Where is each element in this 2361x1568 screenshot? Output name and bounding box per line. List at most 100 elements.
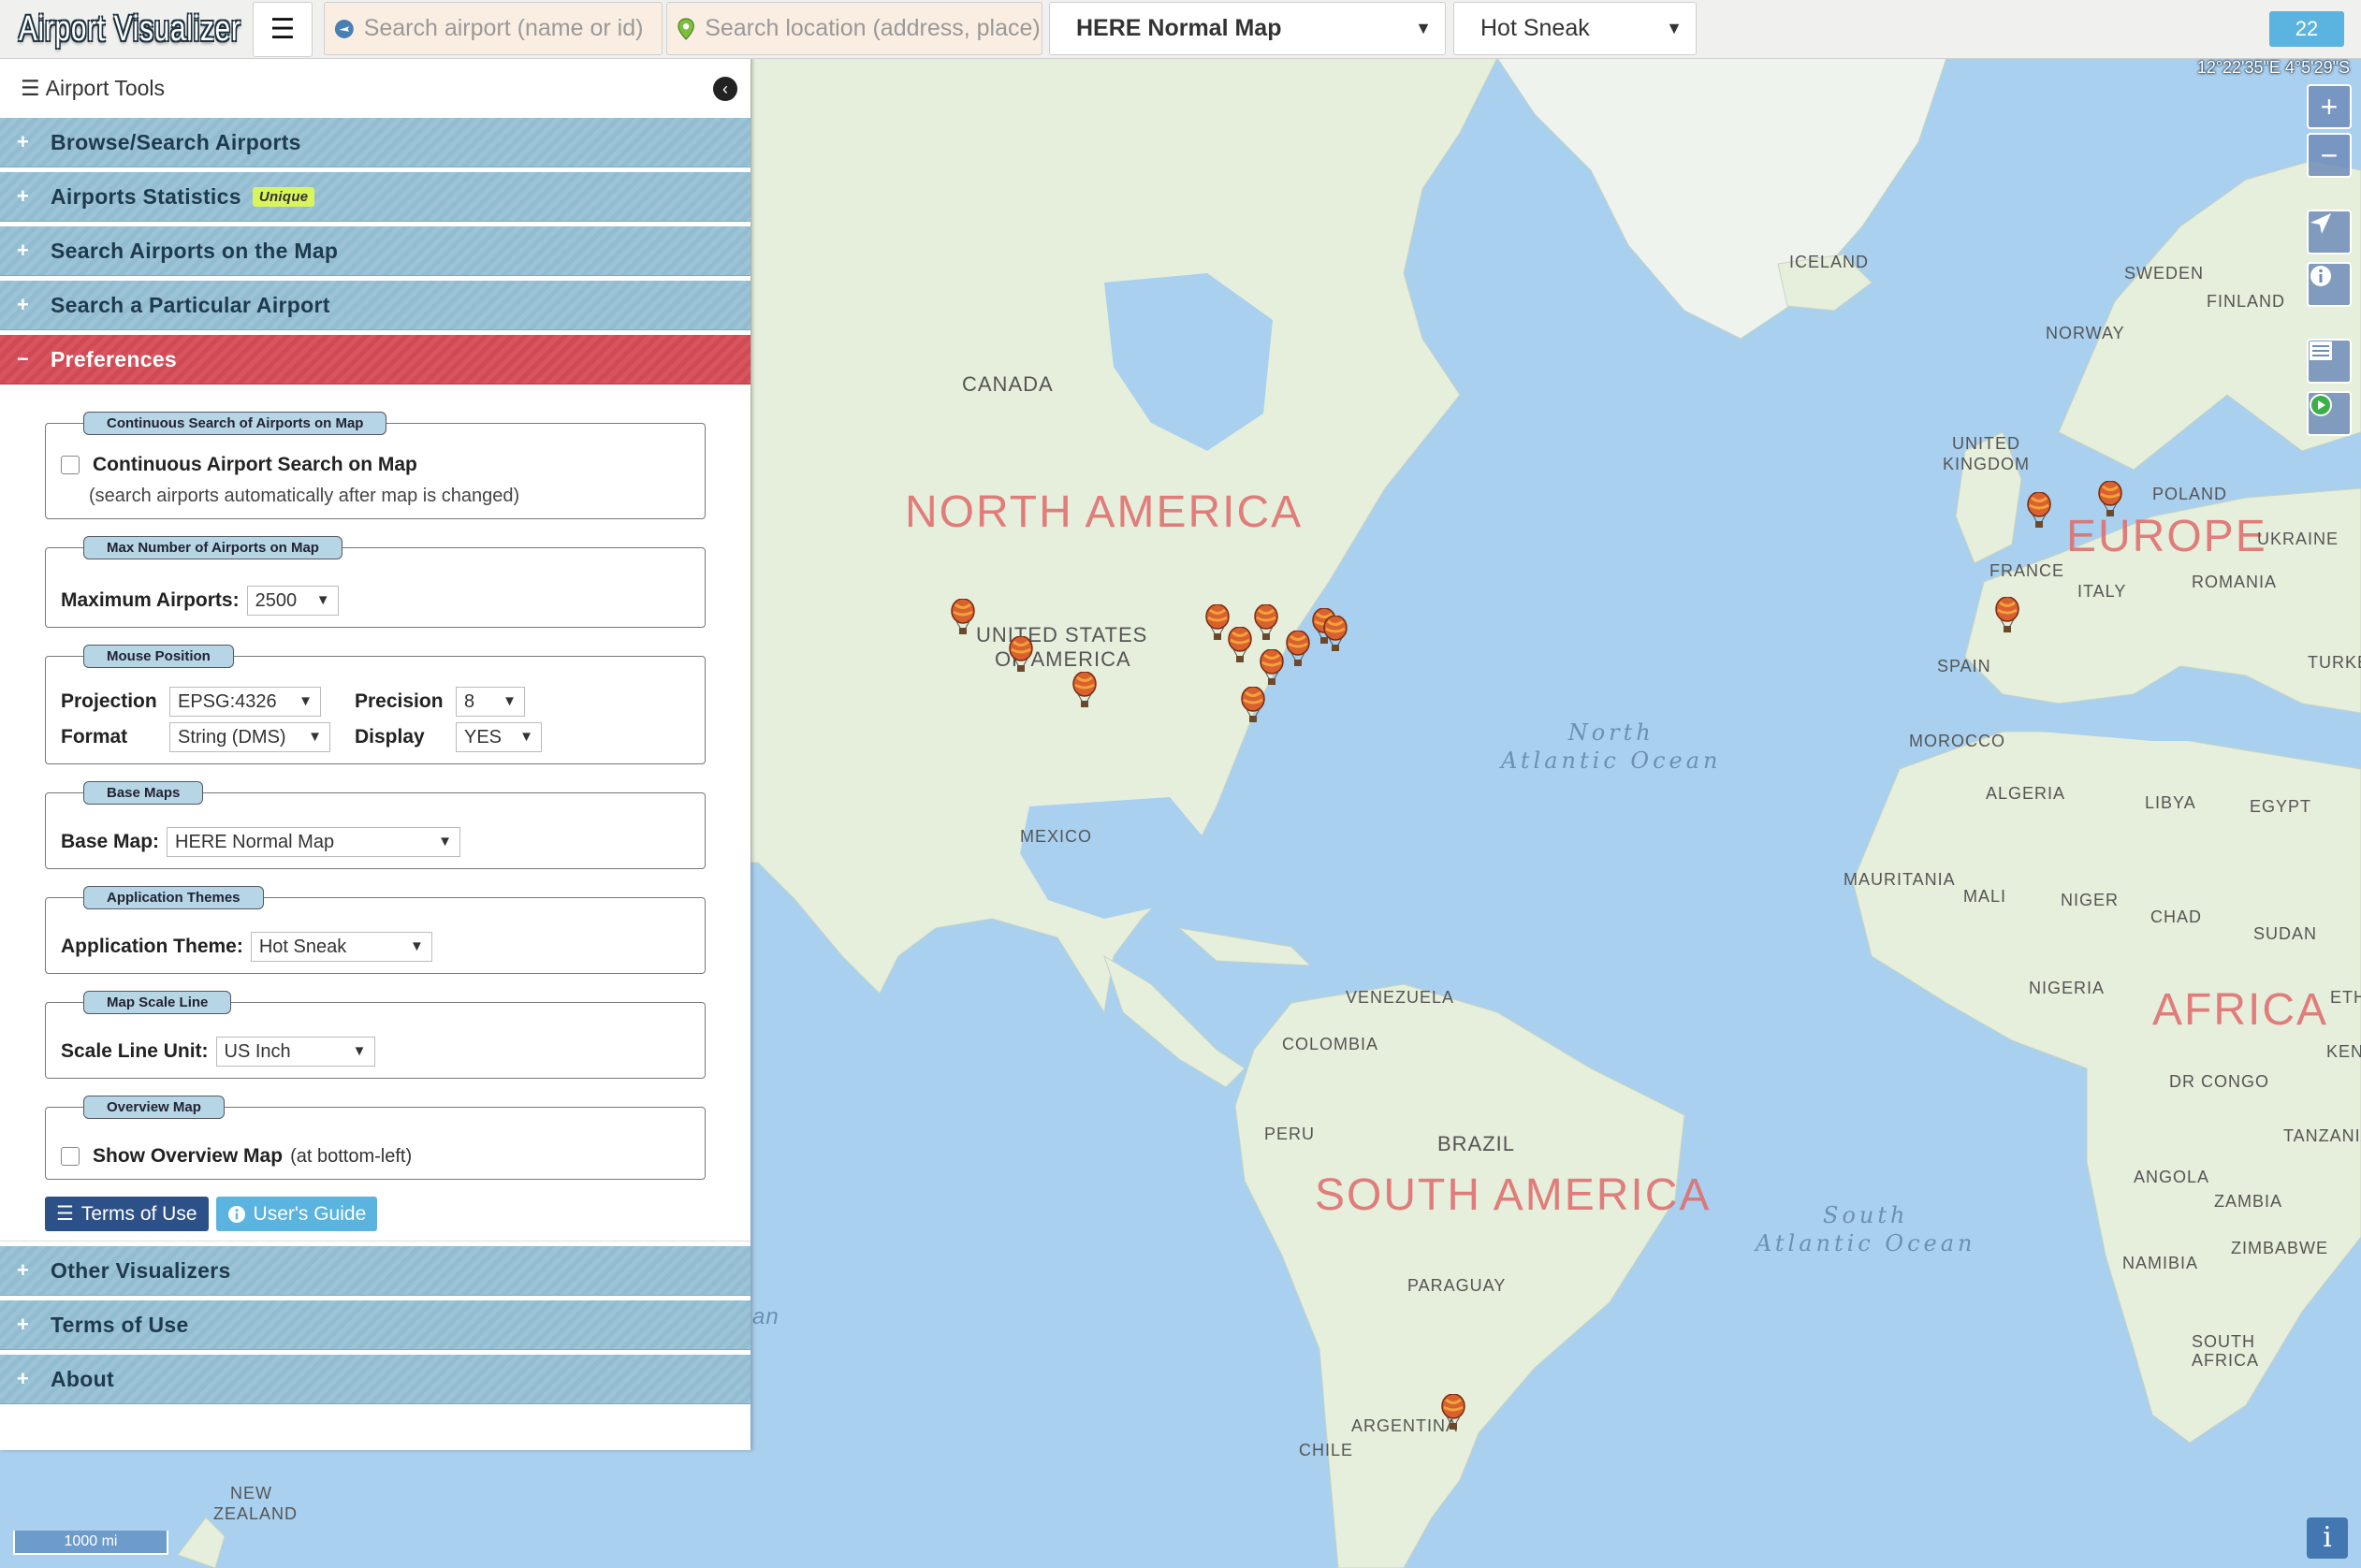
precision-select[interactable]: 8 ▼ xyxy=(456,687,525,717)
airport-search-input[interactable] xyxy=(361,14,662,43)
users-guide-button[interactable]: User's Guide xyxy=(215,1197,378,1231)
scale-unit-select[interactable]: US Inch ▼ xyxy=(215,1037,375,1067)
zoom-out-button[interactable]: − xyxy=(2307,133,2352,178)
display-select[interactable]: YES ▼ xyxy=(456,722,542,752)
accordion-stats[interactable]: + Airports Statistics Unique xyxy=(0,172,751,222)
country-label: UNITED xyxy=(1952,434,2020,453)
country-label: TURKE xyxy=(2308,653,2361,672)
attribution-info-button[interactable]: i xyxy=(2307,1517,2348,1559)
country-label: CANADA xyxy=(962,372,1054,396)
list-icon: ☰ xyxy=(21,75,40,100)
accordion-about[interactable]: + About xyxy=(0,1355,751,1404)
airport-marker[interactable] xyxy=(1441,1394,1465,1431)
plus-icon: + xyxy=(17,184,30,208)
accordion-terms[interactable]: + Terms of Use xyxy=(0,1300,751,1350)
country-label: AFRICA xyxy=(2192,1351,2260,1370)
country-label: ANGOLA xyxy=(2134,1168,2210,1186)
group-legend: Mouse Position xyxy=(83,645,234,668)
plus-icon: + xyxy=(17,1367,30,1390)
airport-marker[interactable] xyxy=(1286,631,1310,668)
group-legend: Map Scale Line xyxy=(83,991,232,1014)
unique-badge: Unique xyxy=(252,186,315,207)
continuous-search-label: Continuous Airport Search on Map xyxy=(93,454,417,475)
country-label: NIGER xyxy=(2061,891,2120,909)
info-button[interactable] xyxy=(2307,262,2352,307)
country-label: ICELAND xyxy=(1789,253,1870,271)
accordion-label: Airports Statistics xyxy=(51,183,241,209)
preferences-panel: Continuous Search of Airports on Map Con… xyxy=(0,389,751,1241)
country-label: NEW xyxy=(230,1484,272,1503)
plus-icon: + xyxy=(17,1313,30,1336)
ocean-label-partial: an xyxy=(752,1304,780,1329)
country-label: KINGDOM xyxy=(1943,455,2031,473)
country-label: UKRAINE xyxy=(2257,530,2339,548)
chevron-down-icon: ▼ xyxy=(1666,19,1683,37)
continuous-search-note: (search airports automatically after map… xyxy=(89,486,520,506)
location-search-box[interactable] xyxy=(666,2,1042,55)
airport-marker[interactable] xyxy=(1072,672,1097,709)
terms-of-use-button[interactable]: ☰ Terms of Use xyxy=(45,1197,209,1231)
continuous-search-checkbox[interactable] xyxy=(61,456,80,474)
airport-marker[interactable] xyxy=(1260,649,1284,687)
location-search-input[interactable] xyxy=(703,14,1042,43)
airport-marker[interactable] xyxy=(1995,597,2019,634)
overview-map-checkbox[interactable] xyxy=(61,1147,80,1166)
chevron-down-icon: ▼ xyxy=(315,592,330,608)
country-label: POLAND xyxy=(2152,485,2228,503)
app-logo: Airport Visualizer xyxy=(19,9,241,49)
max-airports-group: Max Number of Airports on Map Maximum Ai… xyxy=(45,536,706,628)
airport-marker[interactable] xyxy=(1323,616,1348,653)
chevron-down-icon: ▼ xyxy=(308,729,322,745)
airport-count-badge[interactable]: 22 xyxy=(2269,11,2344,47)
airport-marker[interactable] xyxy=(1228,627,1252,664)
country-label: PARAGUAY xyxy=(1407,1276,1507,1295)
country-label: KENY xyxy=(2326,1042,2361,1061)
format-select[interactable]: String (DMS) ▼ xyxy=(169,722,330,752)
layer-list-button[interactable] xyxy=(2307,339,2352,384)
airport-search-box[interactable] xyxy=(324,2,663,55)
play-button[interactable] xyxy=(2307,391,2352,436)
chevron-down-icon: ▼ xyxy=(299,693,313,709)
theme-select[interactable]: Hot Sneak ▼ xyxy=(1453,2,1697,55)
locate-button[interactable] xyxy=(2307,210,2352,254)
airport-marker[interactable] xyxy=(951,599,975,636)
sidebar-header: ☰ Airport Tools ‹ xyxy=(0,58,751,118)
accordion-search-particular[interactable]: + Search a Particular Airport xyxy=(0,281,751,330)
chevron-down-icon: ▼ xyxy=(519,729,533,745)
continent-label: AFRICA xyxy=(2152,985,2329,1035)
chevron-down-icon: ▼ xyxy=(352,1043,367,1059)
airport-marker[interactable] xyxy=(2098,481,2122,518)
scale-line-group: Map Scale Line Scale Line Unit: US Inch ▼ xyxy=(45,991,706,1079)
zoom-in-button[interactable]: + xyxy=(2307,84,2352,129)
list-icon xyxy=(2310,341,2332,360)
max-airports-select[interactable]: 2500 ▼ xyxy=(246,586,339,616)
chevron-down-icon: ▼ xyxy=(410,938,424,954)
accordion-label: Preferences xyxy=(51,346,177,371)
accordion-preferences[interactable]: − Preferences xyxy=(0,335,751,385)
select-value: 8 xyxy=(464,691,475,712)
plus-icon: + xyxy=(17,293,30,316)
app-theme-select[interactable]: Hot Sneak ▼ xyxy=(250,932,432,962)
airport-marker[interactable] xyxy=(1254,604,1278,642)
app-themes-group: Application Themes Application Theme: Ho… xyxy=(45,886,706,974)
projection-select[interactable]: EPSG:4326 ▼ xyxy=(169,687,321,717)
menu-button[interactable]: ☰ xyxy=(253,2,313,57)
display-label: Display xyxy=(355,726,425,748)
accordion-search-map[interactable]: + Search Airports on the Map xyxy=(0,226,751,276)
country-label: FINLAND xyxy=(2207,292,2286,311)
country-label: SWEDEN xyxy=(2124,264,2205,283)
scale-unit-label: Scale Line Unit: xyxy=(61,1040,209,1062)
base-map-select[interactable]: HERE Normal Map ▼ xyxy=(1049,2,1446,55)
accordion-browse[interactable]: + Browse/Search Airports xyxy=(0,118,751,167)
base-map-pref-select[interactable]: HERE Normal Map ▼ xyxy=(167,827,461,857)
country-label: MALI xyxy=(1963,887,2007,906)
country-label: CHAD xyxy=(2150,907,2203,926)
airport-marker[interactable] xyxy=(2027,492,2051,530)
airport-marker[interactable] xyxy=(1009,636,1033,674)
chevron-left-icon[interactable]: ‹ xyxy=(713,77,737,101)
chevron-down-icon: ▼ xyxy=(1415,19,1432,37)
app-theme-label: Application Theme: xyxy=(61,936,243,957)
airport-marker[interactable] xyxy=(1205,604,1230,642)
accordion-other-visualizers[interactable]: + Other Visualizers xyxy=(0,1246,751,1296)
airport-marker[interactable] xyxy=(1241,687,1265,724)
